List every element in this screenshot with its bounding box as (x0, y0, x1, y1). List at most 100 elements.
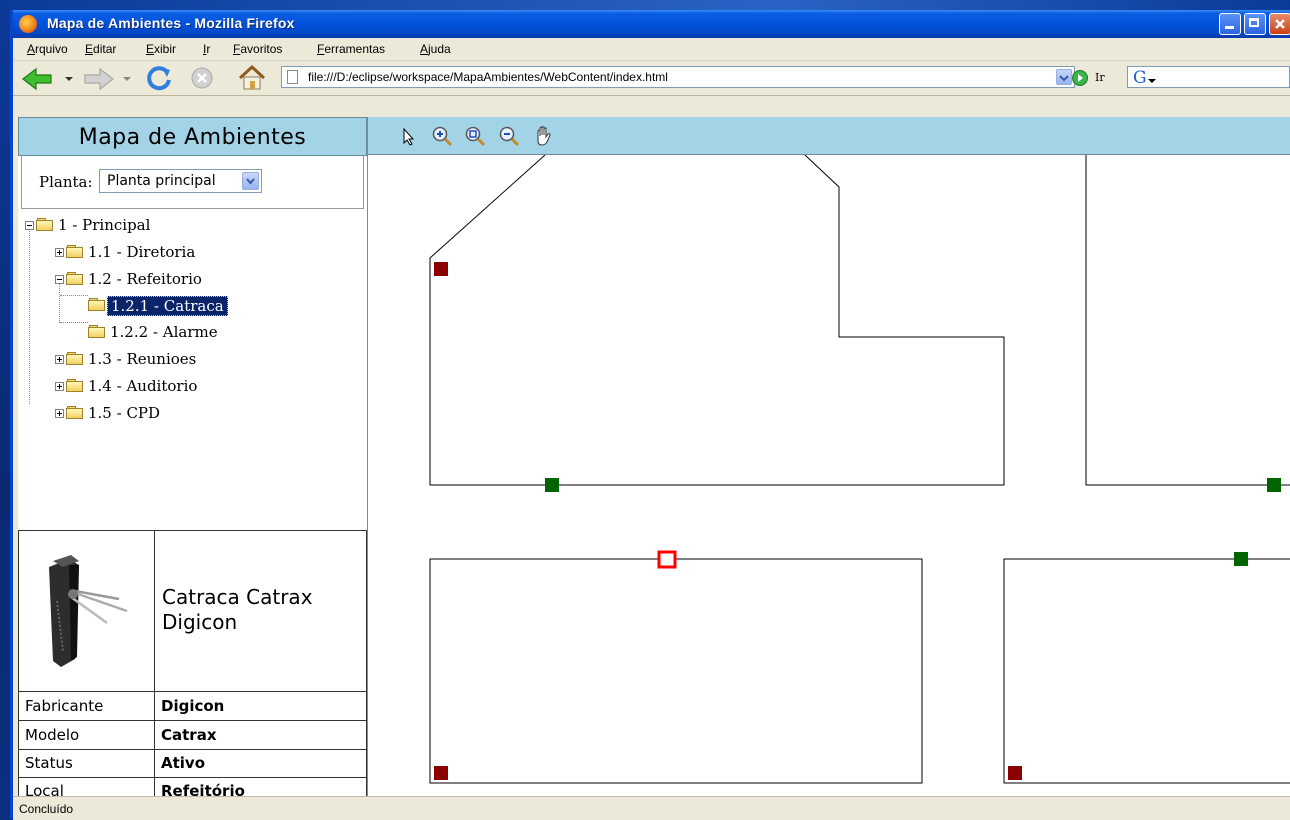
address-url: file:///D:/eclipse/workspace/MapaAmbient… (308, 70, 668, 84)
tree-item-label: 1.2.2 - Alarme (110, 323, 218, 341)
sensor-marker-selected[interactable] (657, 550, 677, 569)
menu-favoritos[interactable]: Favoritos (233, 42, 282, 56)
minimize-icon (1225, 26, 1234, 29)
room-outline (429, 558, 923, 784)
device-image-cell (18, 530, 155, 692)
menu-ferramentas[interactable]: Ferramentas (317, 42, 385, 56)
desktop-background-left (0, 0, 10, 819)
browser-window: Mapa de Ambientes - Mozilla Firefox Arqu… (10, 10, 1290, 820)
room-outline (429, 155, 1005, 486)
tree-connector (60, 322, 88, 323)
device-details-table: Catraca Catrax Digicon Fabricante Digico… (18, 530, 367, 806)
floor-plan[interactable] (368, 155, 1290, 806)
maximize-button[interactable] (1244, 13, 1266, 35)
tree-connector (59, 278, 60, 323)
close-icon (1275, 19, 1285, 29)
planta-select-value: Planta principal (107, 173, 216, 189)
status-bar: Concluído (13, 796, 1290, 820)
planta-label: Planta: (39, 173, 93, 191)
status-text: Concluído (19, 802, 74, 816)
collapse-icon[interactable] (25, 221, 34, 230)
device-property-row: Fabricante Digicon (18, 692, 367, 721)
go-icon[interactable] (1071, 69, 1089, 87)
search-box[interactable]: G (1127, 66, 1290, 88)
sensor-marker-alert[interactable] (434, 766, 448, 780)
tree-connector (60, 295, 88, 296)
menu-bar: Arquivo Editar Exibir Ir Favoritos Ferra… (13, 38, 1290, 61)
tree-item-label: 1.5 - CPD (88, 404, 161, 422)
pan-hand-icon[interactable] (533, 125, 555, 147)
menu-exibir[interactable]: Exibir (146, 42, 176, 56)
map-area (368, 117, 1290, 806)
sensor-marker-ok[interactable] (545, 478, 559, 492)
environment-tree: 1 - Principal 1.1 - Diretoria 1.2 - Refe… (18, 209, 364, 521)
zoom-region-icon[interactable] (464, 125, 486, 147)
tree-item-label: 1.2.1 - Catraca (107, 296, 228, 316)
title-bar[interactable]: Mapa de Ambientes - Mozilla Firefox (13, 10, 1290, 38)
maximize-icon (1249, 18, 1259, 27)
firefox-icon (19, 15, 37, 33)
menu-arquivo[interactable]: Arquivo (27, 42, 68, 56)
minimize-button[interactable] (1219, 13, 1241, 35)
tree-item-label: 1.4 - Auditorio (88, 377, 198, 395)
folder-icon (88, 298, 106, 312)
room-outline (1003, 558, 1290, 784)
property-key: Status (18, 749, 155, 778)
left-panel: Mapa de Ambientes Planta: Planta princip… (18, 117, 368, 806)
folder-icon (66, 245, 84, 259)
page-content: Mapa de Ambientes Planta: Planta princip… (18, 117, 1290, 806)
desktop-background (0, 0, 1290, 10)
folder-icon (66, 406, 84, 420)
expand-icon[interactable] (55, 409, 64, 418)
property-value: Ativo (154, 749, 367, 778)
folder-icon (66, 379, 84, 393)
tree-connector (29, 224, 30, 404)
tree-item-label: 1.2 - Refeitorio (88, 270, 202, 288)
tree-item-label: 1.3 - Reunioes (88, 350, 197, 368)
property-key: Fabricante (18, 692, 155, 721)
window-title: Mapa de Ambientes - Mozilla Firefox (47, 15, 295, 31)
expand-icon[interactable] (55, 248, 64, 257)
url-dropdown-button[interactable] (1056, 69, 1072, 85)
folder-icon (88, 325, 106, 339)
stop-icon[interactable] (190, 66, 214, 90)
pointer-icon[interactable] (398, 125, 420, 147)
planta-filter: Planta: Planta principal (21, 156, 364, 209)
property-key: Modelo (18, 721, 155, 750)
device-property-row: Status Ativo (18, 749, 367, 778)
sensor-marker-alert[interactable] (1008, 766, 1022, 780)
sensor-marker-ok[interactable] (1267, 478, 1281, 492)
expand-icon[interactable] (55, 382, 64, 391)
google-search-icon: G (1133, 68, 1156, 87)
folder-icon (36, 218, 54, 232)
map-toolbar (368, 117, 1290, 155)
menu-ajuda[interactable]: Ajuda (420, 42, 451, 56)
reload-icon[interactable] (145, 64, 173, 92)
expand-icon[interactable] (55, 355, 64, 364)
navigation-toolbar: file:///D:/eclipse/workspace/MapaAmbient… (13, 61, 1290, 96)
collapse-icon[interactable] (55, 275, 64, 284)
sensor-marker-alert[interactable] (434, 262, 448, 276)
zoom-out-icon[interactable] (498, 125, 520, 147)
device-name: Catraca Catrax Digicon (162, 585, 313, 634)
folder-icon (66, 352, 84, 366)
home-icon[interactable] (237, 64, 267, 92)
room-outline (1085, 155, 1290, 486)
panel-header: Mapa de Ambientes (18, 117, 367, 156)
device-name-cell: Catraca Catrax Digicon (154, 530, 367, 692)
zoom-in-icon[interactable] (431, 125, 453, 147)
close-button[interactable] (1269, 13, 1290, 35)
address-bar[interactable]: file:///D:/eclipse/workspace/MapaAmbient… (281, 66, 1075, 88)
chevron-down-icon (246, 178, 255, 185)
folder-icon (66, 272, 84, 286)
planta-dropdown-button[interactable] (242, 172, 259, 190)
menu-editar[interactable]: Editar (85, 42, 116, 56)
forward-button[interactable] (83, 66, 137, 92)
back-button[interactable] (21, 66, 75, 92)
tree-item-label: 1 - Principal (58, 216, 151, 234)
go-button-label[interactable]: Ir (1095, 71, 1105, 84)
page-icon (287, 70, 298, 84)
menu-ir[interactable]: Ir (203, 42, 210, 56)
sensor-marker-ok[interactable] (1234, 552, 1248, 566)
planta-select[interactable]: Planta principal (99, 169, 262, 193)
